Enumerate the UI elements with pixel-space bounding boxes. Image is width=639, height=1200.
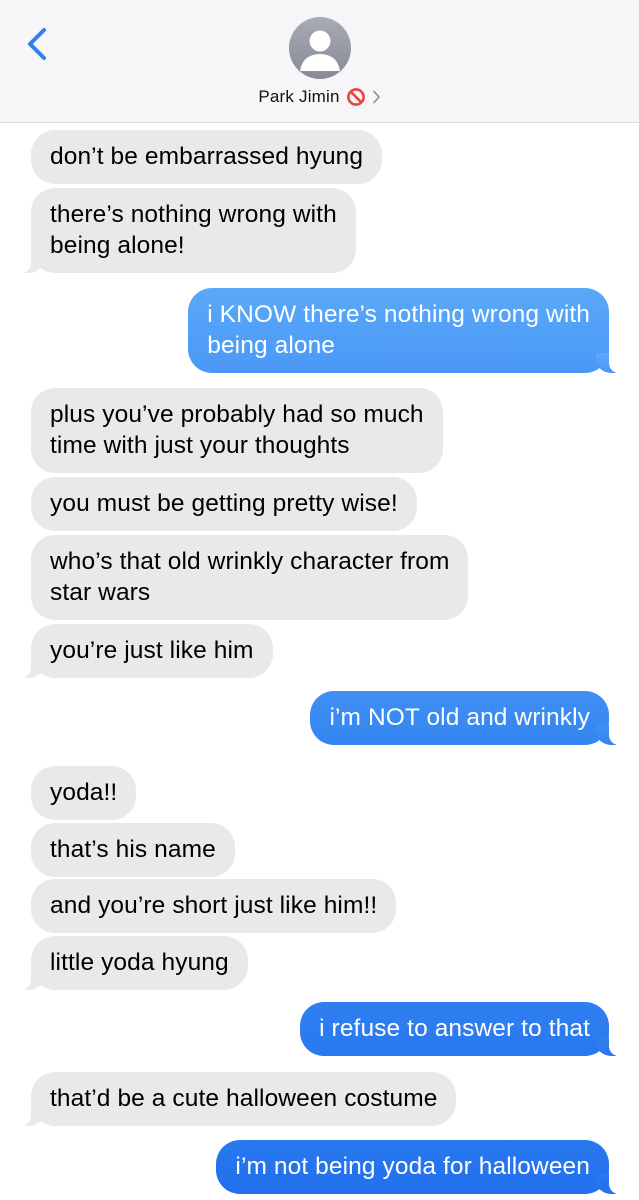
contact-avatar[interactable] bbox=[289, 17, 351, 79]
message-bubble-outgoing[interactable]: i’m NOT old and wrinkly bbox=[310, 691, 619, 745]
message-bubble-incoming[interactable]: you’re just like him bbox=[21, 624, 273, 678]
person-silhouette-icon bbox=[300, 30, 340, 71]
prohibited-icon bbox=[346, 88, 365, 106]
message-bubble-outgoing[interactable]: i KNOW there’s nothing wrong with being … bbox=[188, 288, 619, 373]
message-bubble-incoming[interactable]: plus you’ve probably had so much time wi… bbox=[31, 388, 443, 473]
conversation-header: Park Jimin bbox=[0, 0, 639, 123]
message-bubble-incoming[interactable]: yoda!! bbox=[31, 766, 137, 820]
message-bubble-incoming[interactable]: little yoda hyung bbox=[21, 936, 248, 990]
message-bubble-incoming[interactable]: who’s that old wrinkly character from st… bbox=[31, 535, 469, 620]
message-bubble-outgoing[interactable]: i’m not being yoda for halloween bbox=[216, 1140, 619, 1194]
contact-info-row[interactable]: Park Jimin bbox=[0, 84, 639, 110]
message-bubble-outgoing[interactable]: i refuse to answer to that bbox=[300, 1002, 619, 1056]
message-bubble-incoming[interactable]: that’d be a cute halloween costume bbox=[20, 1072, 457, 1126]
chevron-right-icon bbox=[372, 90, 380, 104]
message-bubble-incoming[interactable]: that’s his name bbox=[31, 823, 235, 877]
chevron-left-icon bbox=[28, 28, 46, 60]
message-bubble-incoming[interactable]: you must be getting pretty wise! bbox=[31, 477, 417, 531]
contact-name: Park Jimin bbox=[258, 87, 340, 106]
message-bubble-incoming[interactable]: don’t be embarrassed hyung bbox=[31, 130, 383, 184]
message-bubble-incoming[interactable]: and you’re short just like him!! bbox=[31, 879, 397, 933]
back-button[interactable] bbox=[22, 24, 52, 64]
message-bubble-incoming[interactable]: there’s nothing wrong with being alone! bbox=[21, 188, 356, 273]
